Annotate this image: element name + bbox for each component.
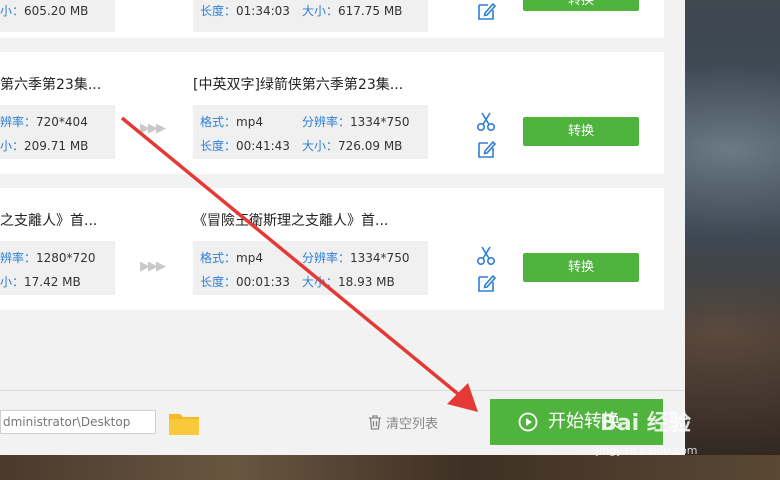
edit-icon[interactable] <box>476 272 498 294</box>
target-info: 格式：mp4 分辨率：1334*750 长度：00:41:43 大小：726.0… <box>193 105 428 159</box>
source-info: 小：605.20 MB <box>0 0 115 32</box>
convert-button[interactable]: 转换 <box>523 0 639 11</box>
target-info: 格式：mp4 分辨率：1334*750 长度：00:01:33 大小：18.93… <box>193 241 428 295</box>
source-resolution: 辨率：720*404 <box>0 115 88 129</box>
target-resolution: 分辨率：1334*750 <box>302 251 410 265</box>
source-title: 之支離人》首... <box>0 213 98 229</box>
target-title: 《冒險王衛斯理之支離人》首... <box>193 213 389 229</box>
source-info: 辨率：1280*720 小：17.42 MB <box>0 241 115 295</box>
scissors-icon[interactable] <box>475 245 497 267</box>
target-format: 格式：mp4 <box>200 115 263 129</box>
target-size: 大小：726.09 MB <box>302 139 403 153</box>
convert-button[interactable]: 转换 <box>523 117 639 146</box>
target-format: 格式：mp4 <box>200 251 263 265</box>
footer-divider <box>0 390 685 391</box>
clear-list-button[interactable]: 清空列表 <box>368 413 438 432</box>
target-info: 长度：01:34:03 大小：617.75 MB <box>193 0 428 32</box>
convert-direction-arrows: ▶▶▶ <box>140 121 166 136</box>
edit-icon[interactable] <box>476 0 498 22</box>
clear-list-label: 清空列表 <box>386 417 439 432</box>
background-art-bottom <box>0 455 780 480</box>
file-row: 小：605.20 MB 长度：01:34:03 大小：617.75 MB 转换 <box>0 0 664 38</box>
convert-button[interactable]: 转换 <box>523 253 639 282</box>
target-size: 大小：617.75 MB <box>302 4 403 18</box>
watermark-logo: Bai 经验 <box>600 411 691 436</box>
source-resolution: 辨率：1280*720 <box>0 251 96 265</box>
output-path-input[interactable] <box>0 410 156 434</box>
watermark-url: jingyan.baidu.com <box>596 444 698 457</box>
target-duration: 长度：00:01:33 <box>200 275 290 289</box>
convert-direction-arrows: ▶▶▶ <box>140 259 166 274</box>
source-size: 小：17.42 MB <box>0 275 81 289</box>
file-row: 之支離人》首... 辨率：1280*720 小：17.42 MB ▶▶▶ 《冒險… <box>0 188 664 310</box>
target-size: 大小：18.93 MB <box>302 275 395 289</box>
target-title: [中英双字]绿箭侠第六季第23集... <box>193 77 404 93</box>
trash-icon <box>369 415 381 430</box>
source-size: 小：209.71 MB <box>0 139 89 153</box>
converter-window: 小：605.20 MB 长度：01:34:03 大小：617.75 MB 转换 … <box>0 0 685 455</box>
scissors-icon[interactable] <box>475 111 497 133</box>
edit-icon[interactable] <box>476 138 498 160</box>
source-info: 辨率：720*404 小：209.71 MB <box>0 105 115 159</box>
play-circle-icon <box>518 412 538 432</box>
file-row: 第六季第23集... 辨率：720*404 小：209.71 MB ▶▶▶ [中… <box>0 52 664 174</box>
target-duration: 长度：01:34:03 <box>200 4 290 18</box>
target-duration: 长度：00:41:43 <box>200 139 290 153</box>
folder-icon[interactable] <box>168 410 200 436</box>
target-resolution: 分辨率：1334*750 <box>302 115 410 129</box>
source-size: 小：605.20 MB <box>0 4 89 18</box>
source-title: 第六季第23集... <box>0 77 102 93</box>
